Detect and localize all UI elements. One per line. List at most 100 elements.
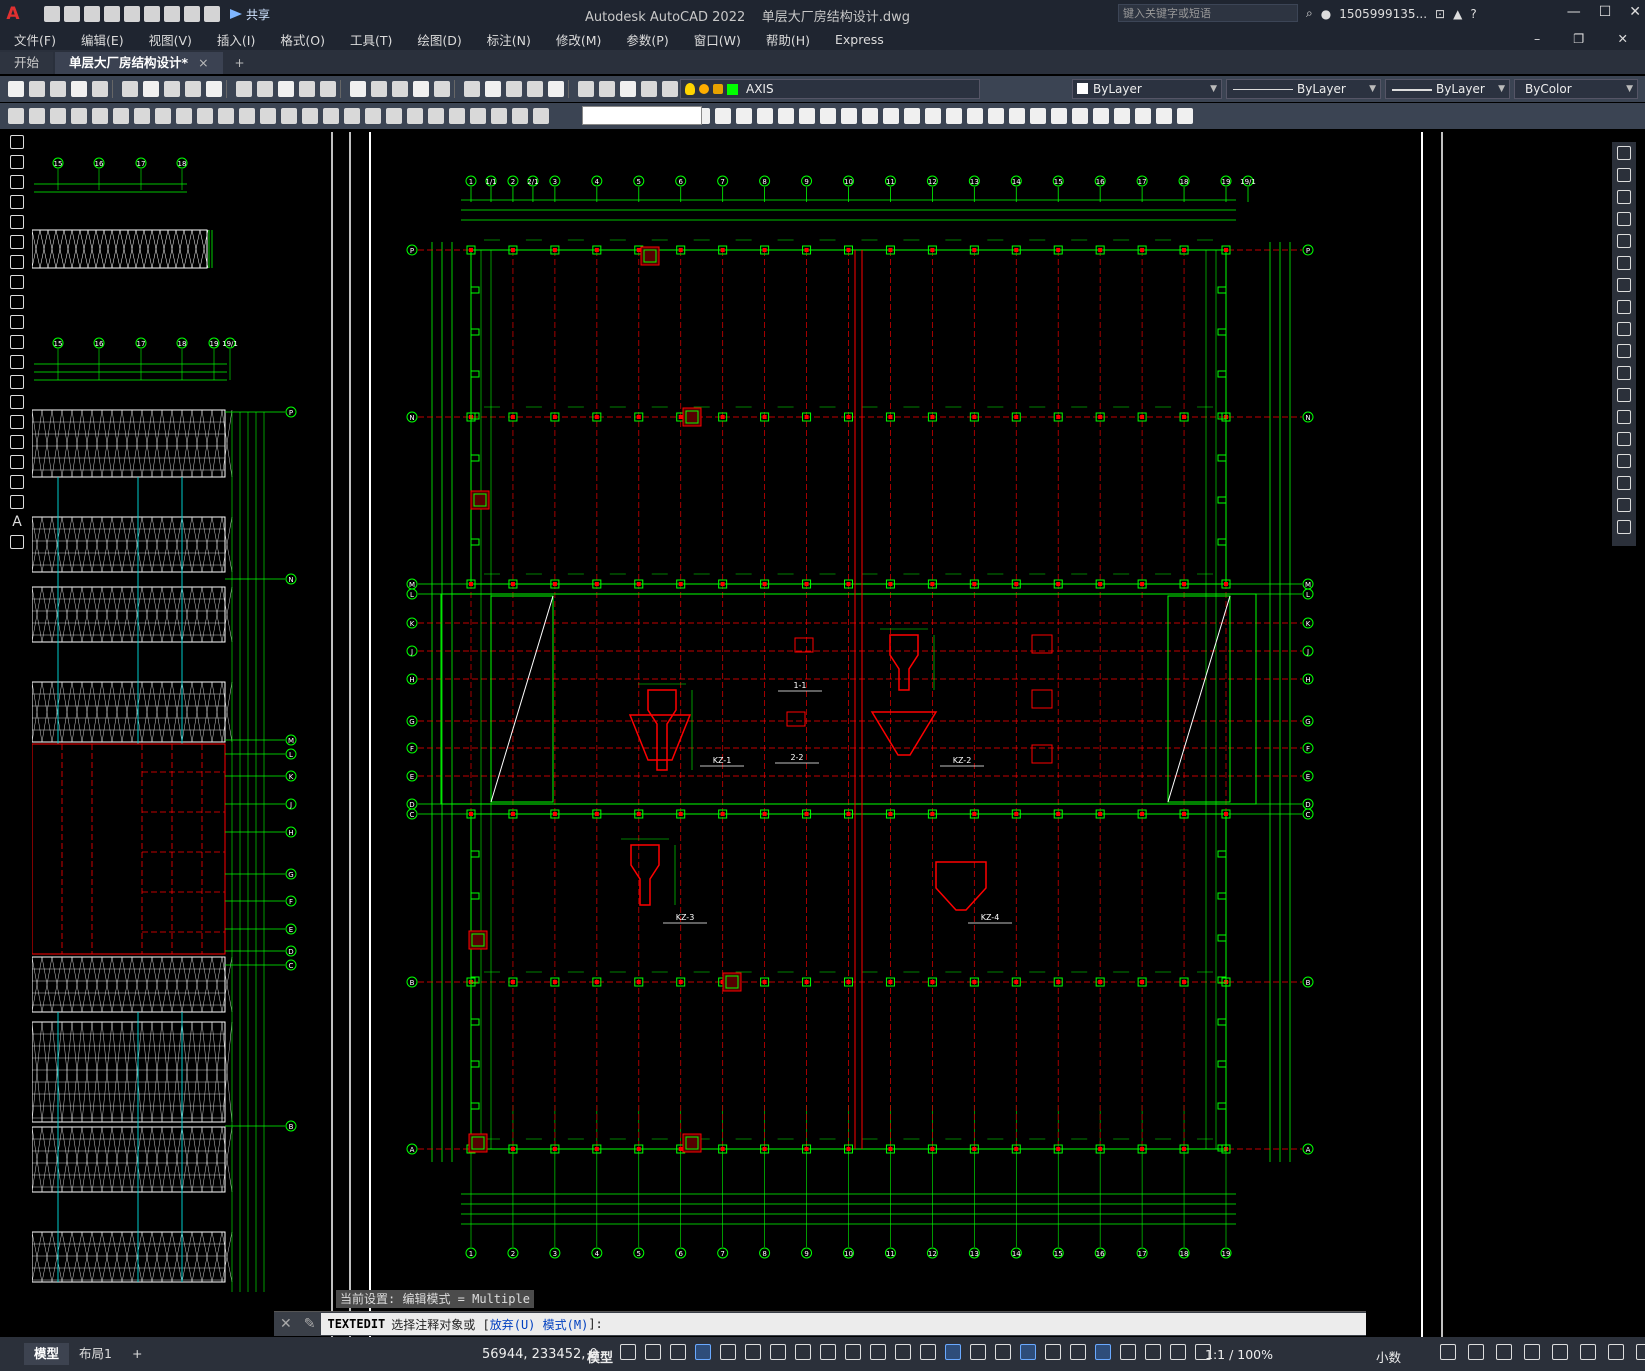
standard-tool-icon[interactable] (578, 81, 594, 97)
object-tool-icon[interactable] (778, 108, 794, 124)
dimension-tool-icon[interactable] (50, 108, 66, 124)
standard-tool-icon[interactable] (350, 81, 366, 97)
dimension-tool-icon[interactable] (428, 108, 444, 124)
plot-icon[interactable] (164, 6, 180, 22)
status-tool-icon[interactable] (1468, 1344, 1484, 1360)
standard-tool-icon[interactable] (320, 81, 336, 97)
dimension-tool-icon[interactable] (113, 108, 129, 124)
drafting-toggle-icon[interactable] (820, 1344, 836, 1360)
tab-model[interactable]: 模型 (24, 1343, 70, 1365)
coordinate-readout[interactable]: 56944, 233452, 0 (482, 1347, 598, 1362)
help-icon[interactable]: ? (1470, 7, 1476, 21)
object-tool-icon[interactable] (1156, 108, 1172, 124)
drafting-toggle-icon[interactable] (920, 1344, 936, 1360)
modify-tool-icon[interactable] (1617, 388, 1631, 402)
drafting-toggle-icon[interactable] (1095, 1344, 1111, 1360)
standard-tool-icon[interactable] (527, 81, 543, 97)
dimension-tool-icon[interactable] (155, 108, 171, 124)
object-tool-icon[interactable] (988, 108, 1004, 124)
standard-tool-icon[interactable] (413, 81, 429, 97)
standard-tool-icon[interactable] (236, 81, 252, 97)
autocad-logo-icon[interactable]: A (0, 0, 26, 28)
dimension-tool-icon[interactable] (491, 108, 507, 124)
add-layout-button[interactable]: + (122, 1343, 152, 1365)
dimension-tool-icon[interactable] (407, 108, 423, 124)
standard-tool-icon[interactable] (122, 81, 138, 97)
draw-tool-icon[interactable] (10, 215, 24, 229)
status-tool-icon[interactable] (1608, 1344, 1624, 1360)
draw-tool-icon[interactable] (10, 415, 24, 429)
draw-tool-icon[interactable] (10, 255, 24, 269)
draw-tool-icon[interactable] (10, 295, 24, 309)
modify-tool-icon[interactable] (1617, 520, 1631, 534)
drafting-toggle-icon[interactable] (1145, 1344, 1161, 1360)
close-icon[interactable]: ✕ (1629, 4, 1641, 20)
dimension-tool-icon[interactable] (512, 108, 528, 124)
redo-icon[interactable] (204, 6, 220, 22)
drafting-toggle-icon[interactable] (870, 1344, 886, 1360)
menu-item-2[interactable]: 视图(V) (149, 30, 192, 49)
draw-tool-icon[interactable] (10, 375, 24, 389)
color-dropdown[interactable]: ByLayer ▼ (1072, 79, 1222, 99)
standard-tool-icon[interactable] (485, 81, 501, 97)
cart-icon[interactable]: ⊡ (1435, 7, 1445, 21)
text-tool-icon[interactable]: A (12, 515, 22, 529)
drafting-toggle-icon[interactable] (620, 1344, 636, 1360)
plotstyle-dropdown[interactable]: ByColor ▼ (1514, 79, 1638, 99)
draw-tool-icon[interactable] (10, 335, 24, 349)
standard-tool-icon[interactable] (257, 81, 273, 97)
menu-item-6[interactable]: 绘图(D) (417, 30, 461, 49)
user-name[interactable]: 1505999135... (1339, 7, 1427, 21)
menu-item-4[interactable]: 格式(O) (280, 30, 325, 49)
undo-icon[interactable] (184, 6, 200, 22)
standard-tool-icon[interactable] (143, 81, 159, 97)
dimension-tool-icon[interactable] (92, 108, 108, 124)
status-tool-icon[interactable] (1580, 1344, 1596, 1360)
dimension-tool-icon[interactable] (176, 108, 192, 124)
standard-tool-icon[interactable] (71, 81, 87, 97)
object-tool-icon[interactable] (967, 108, 983, 124)
doc-minimize-icon[interactable]: – (1534, 31, 1540, 46)
modify-tool-icon[interactable] (1617, 234, 1631, 248)
command-input[interactable]: TEXTEDIT 选择注释对象或 [ 放弃(U) 模式(M) ]: (321, 1313, 1366, 1335)
new-tab-button[interactable]: + (225, 52, 255, 74)
standard-tool-icon[interactable] (620, 81, 636, 97)
object-tool-icon[interactable] (862, 108, 878, 124)
modify-tool-icon[interactable] (1617, 410, 1631, 424)
drafting-toggle-icon[interactable] (745, 1344, 761, 1360)
drafting-toggle-icon[interactable] (995, 1344, 1011, 1360)
tab-drawing[interactable]: 单层大厂房结构设计* × (55, 52, 223, 74)
open-icon[interactable] (64, 6, 80, 22)
status-tool-icon[interactable] (1440, 1344, 1456, 1360)
save-icon[interactable] (84, 6, 100, 22)
modify-tool-icon[interactable] (1617, 322, 1631, 336)
tab-close-icon[interactable]: × (198, 55, 208, 70)
draw-tool-icon[interactable] (10, 195, 24, 209)
dimension-tool-icon[interactable] (365, 108, 381, 124)
standard-tool-icon[interactable] (29, 81, 45, 97)
draw-tool-icon[interactable] (10, 235, 24, 249)
drafting-toggle-icon[interactable] (1070, 1344, 1086, 1360)
drafting-toggle-icon[interactable] (945, 1344, 961, 1360)
object-tool-icon[interactable] (757, 108, 773, 124)
modify-tool-icon[interactable] (1617, 212, 1631, 226)
dimension-tool-icon[interactable] (323, 108, 339, 124)
dimension-tool-icon[interactable] (344, 108, 360, 124)
standard-tool-icon[interactable] (392, 81, 408, 97)
standard-tool-icon[interactable] (92, 81, 108, 97)
save-as-icon[interactable] (104, 6, 120, 22)
model-space-toggle[interactable]: 模型 (587, 1347, 613, 1366)
menu-item-1[interactable]: 编辑(E) (81, 30, 124, 49)
standard-tool-icon[interactable] (434, 81, 450, 97)
layer-dropdown[interactable]: AXIS (680, 79, 980, 99)
menu-item-3[interactable]: 插入(I) (217, 30, 255, 49)
draw-tool-icon[interactable] (10, 175, 24, 189)
draw-tool-icon[interactable] (10, 495, 24, 509)
object-tool-icon[interactable] (1093, 108, 1109, 124)
menu-item-7[interactable]: 标注(N) (487, 30, 531, 49)
dimension-tool-icon[interactable] (8, 108, 24, 124)
draw-tool-icon[interactable] (10, 275, 24, 289)
dimension-tool-icon[interactable] (533, 108, 549, 124)
modify-tool-icon[interactable] (1617, 454, 1631, 468)
new-icon[interactable] (44, 6, 60, 22)
